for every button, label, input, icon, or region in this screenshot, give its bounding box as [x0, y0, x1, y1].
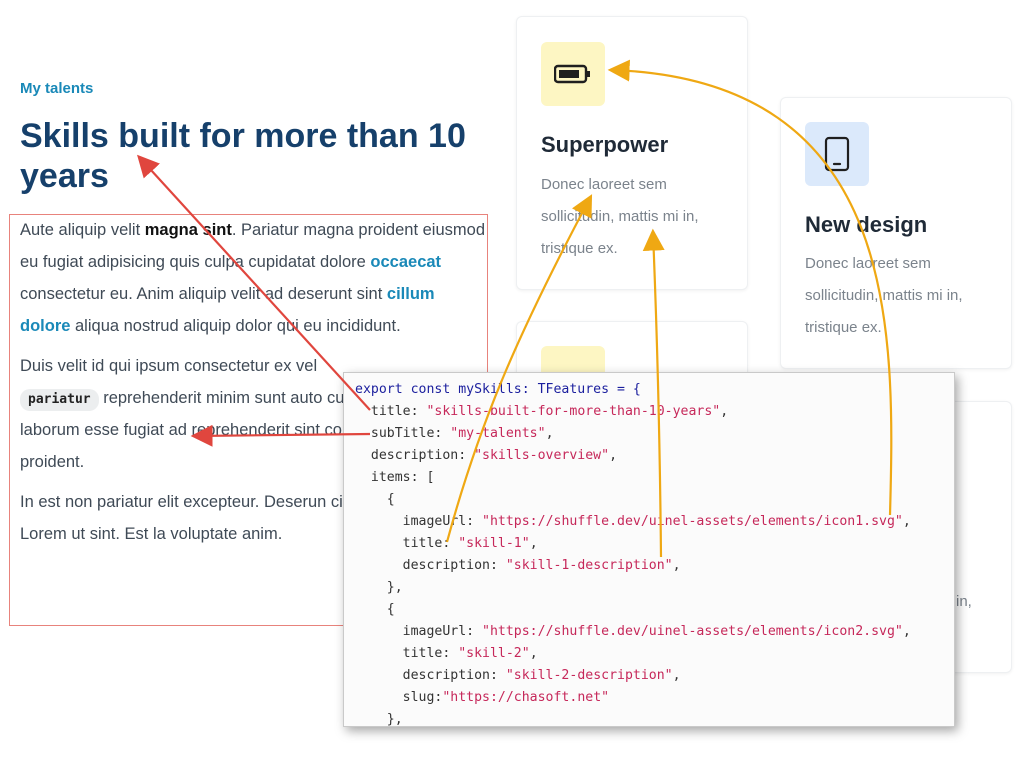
card-description: Donec laoreet sem sollicitudin, mattis m… — [805, 255, 963, 336]
text-span: Aute aliquip velit — [20, 221, 145, 239]
card-superpower: Superpower Donec laoreet sem sollicitudi… — [516, 16, 748, 290]
code-line: }, — [355, 580, 403, 595]
code-line: description: "skills-overview", — [355, 448, 618, 463]
code-line: description: "skill-1-description", — [355, 558, 681, 573]
battery-icon — [554, 64, 590, 84]
card-description: Donec laoreet sem sollicitudin, mattis m… — [541, 176, 699, 257]
section-headline: Skills built for more than 10 years — [20, 117, 466, 195]
card-new-design: New design Donec laoreet sem sollicitudi… — [780, 97, 1012, 369]
text-span: aliqua nostrud aliquip dolor qui eu inci… — [70, 317, 401, 335]
code-line: }, — [355, 712, 403, 727]
section-subtitle: My talents — [20, 80, 94, 97]
code-line: { — [355, 492, 395, 507]
code-lines: export const mySkills: TFeatures = { tit… — [355, 379, 911, 727]
card-icon-box — [541, 42, 605, 106]
card-title: New design — [805, 212, 928, 237]
code-line: description: "skill-2-description", — [355, 668, 681, 683]
code-line: title: "skills-built-for-more-than-10-ye… — [355, 404, 729, 419]
inline-code: pariatur — [20, 389, 99, 411]
text-span: Duis velit id qui ipsum consectetur ex v… — [20, 357, 318, 375]
code-line: title: "skill-1", — [355, 536, 538, 551]
code-line: { — [355, 602, 395, 617]
code-snippet-panel: export const mySkills: TFeatures = { tit… — [343, 372, 955, 727]
tablet-icon — [824, 136, 850, 172]
code-line: slug:"https://chasoft.net" — [355, 690, 610, 705]
code-line: imageUrl: "https://shuffle.dev/uinel-ass… — [355, 624, 911, 639]
code-line: items: [ — [355, 470, 435, 485]
code-line: title: "skill-2", — [355, 646, 538, 661]
bold-text: magna sint — [144, 221, 232, 239]
code-line: export const mySkills: TFeatures = { — [355, 382, 641, 397]
code-line: subTitle: "my-talents", — [355, 426, 554, 441]
card-title: Superpower — [541, 132, 669, 157]
link-occaecat[interactable]: occaecat — [370, 253, 441, 271]
text-span: consectetur eu. Anim aliquip velit ad de… — [20, 285, 387, 303]
paragraph-1: Aute aliquip velit magna sint. Pariatur … — [20, 214, 485, 342]
card-icon-box — [805, 122, 869, 186]
code-line: imageUrl: "https://shuffle.dev/uinel-ass… — [355, 514, 911, 529]
